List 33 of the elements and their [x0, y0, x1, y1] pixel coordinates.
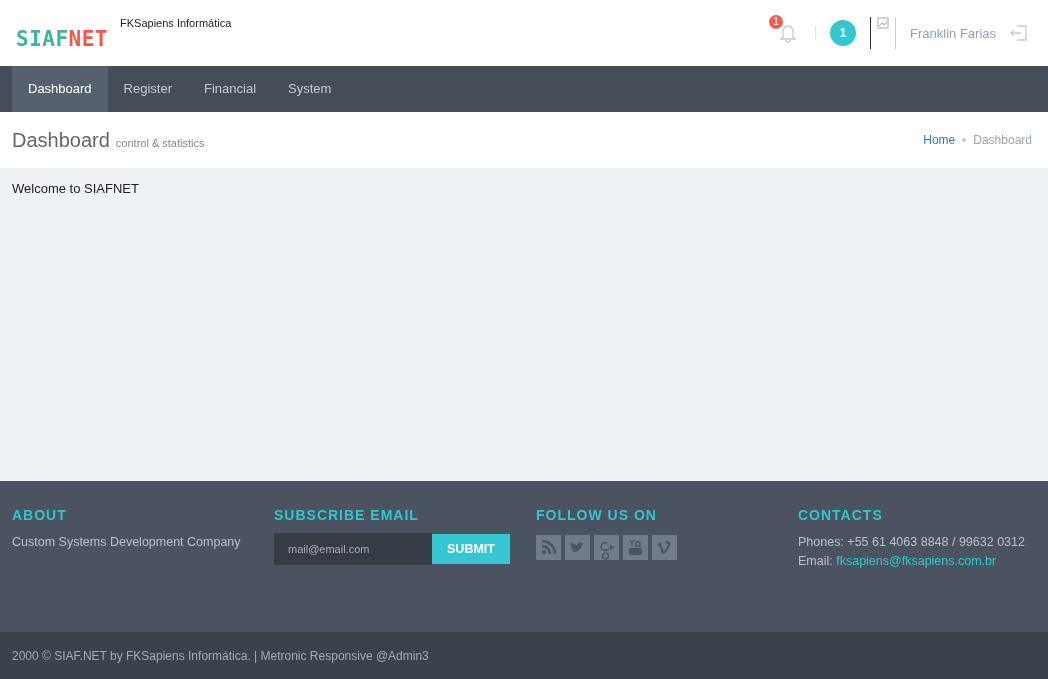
section-heading: CONTACTS [798, 507, 884, 523]
breadcrumb-link[interactable]: Home [923, 133, 956, 147]
page-subtitle: control & statistics [115, 136, 205, 149]
google-plus-icon[interactable] [594, 535, 619, 560]
broken-image-icon[interactable] [870, 17, 897, 49]
message-badge[interactable]: 1 [830, 20, 857, 46]
user-name[interactable]: Franklin Farias [910, 25, 996, 41]
rss-icon[interactable] [536, 535, 561, 560]
nav-tab[interactable]: Financial [188, 66, 273, 112]
breadcrumb-link[interactable]: Dashboard [973, 133, 1032, 147]
section-heading: ABOUT [12, 507, 68, 523]
nav-tab[interactable]: Register [107, 66, 189, 112]
copyright-text: 2000 © SIAF.NET by FKSapiens Informática. | Metronic Responsive @Admin3 [12, 648, 429, 663]
logo[interactable]: SIAFNET [16, 27, 108, 51]
nav-tab[interactable]: Dashboard [12, 66, 108, 112]
nav-tab[interactable]: System [272, 66, 348, 112]
email-input[interactable]: mail@email.com [274, 533, 432, 565]
email-label: Email: [798, 554, 833, 568]
logout-icon[interactable] [1010, 24, 1028, 42]
welcome-text: Welcome to SIAFNET [12, 181, 140, 196]
section-heading: FOLLOW US ON [536, 507, 658, 523]
notification-badge: 1 [769, 15, 784, 29]
vimeo-icon[interactable] [652, 535, 677, 560]
about-text: Custom Systems Development Company [12, 535, 242, 549]
bird-icon[interactable] [565, 535, 590, 560]
section-heading: SUBSCRIBE EMAIL [274, 507, 420, 523]
page-title: Dashboard [12, 128, 110, 151]
email-link[interactable]: fksapiens@fksapiens.com.br [836, 554, 997, 568]
company-name: FKSapiens Informática [120, 17, 232, 29]
youtube-icon[interactable] [623, 535, 648, 560]
bell-icon[interactable] [779, 23, 798, 43]
phones-text: Phones: +55 61 4063 8848 / 99632 0312 [798, 535, 1026, 549]
submit-button[interactable]: SUBMIT [432, 534, 510, 564]
